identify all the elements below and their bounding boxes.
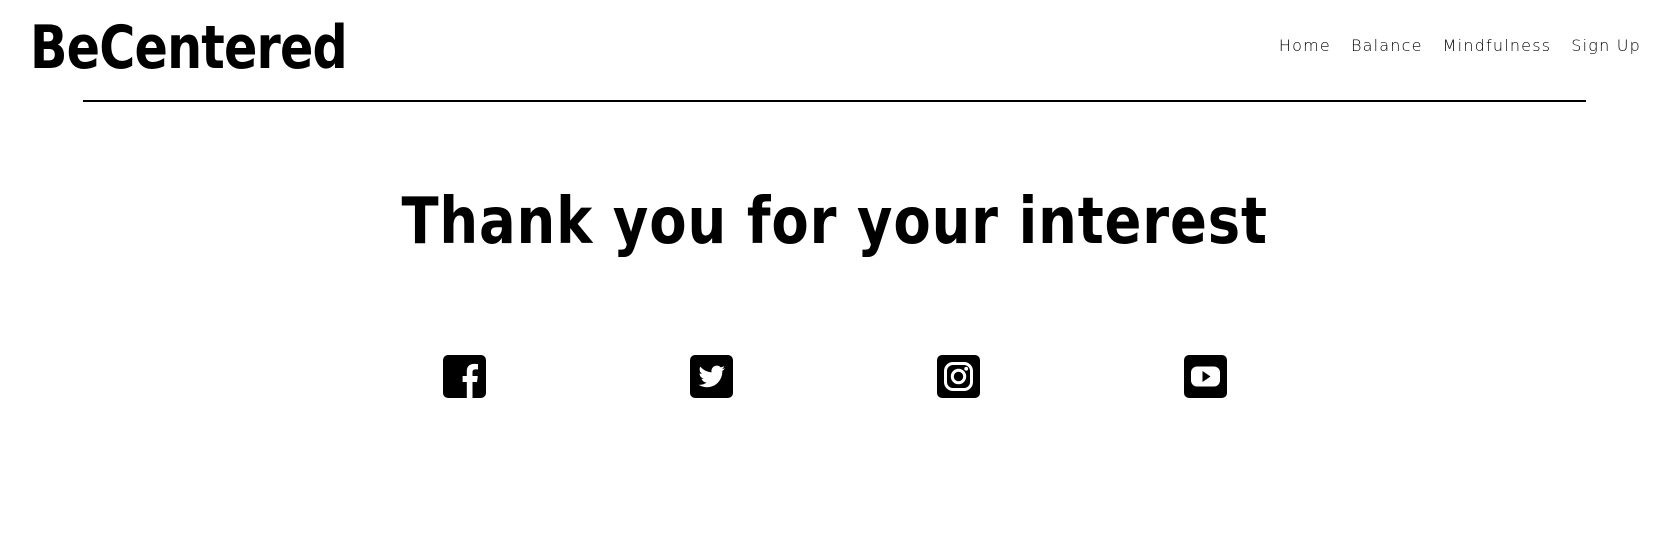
main-nav: Home Balance Mindfulness Sign Up (1279, 36, 1641, 56)
facebook-icon (443, 355, 486, 398)
twitter-link[interactable] (690, 355, 733, 398)
nav-link-home[interactable]: Home (1279, 36, 1331, 56)
twitter-icon (690, 355, 733, 398)
page-title-text: Thank you for your interest (401, 185, 1268, 259)
nav-link-sign-up[interactable]: Sign Up (1571, 36, 1641, 56)
youtube-icon (1184, 355, 1227, 398)
instagram-icon (937, 355, 980, 398)
nav-link-balance[interactable]: Balance (1351, 36, 1423, 56)
header-divider (83, 100, 1586, 102)
social-links (0, 355, 1669, 398)
nav-link-mindfulness[interactable]: Mindfulness (1443, 36, 1552, 56)
youtube-link[interactable] (1184, 355, 1227, 398)
instagram-link[interactable] (937, 355, 980, 398)
site-logo[interactable]: BeCentered (30, 12, 348, 84)
site-header: BeCentered Home Balance Mindfulness Sign… (0, 0, 1669, 100)
facebook-link[interactable] (443, 355, 486, 398)
page-title: Thank you for your interest (0, 182, 1669, 262)
